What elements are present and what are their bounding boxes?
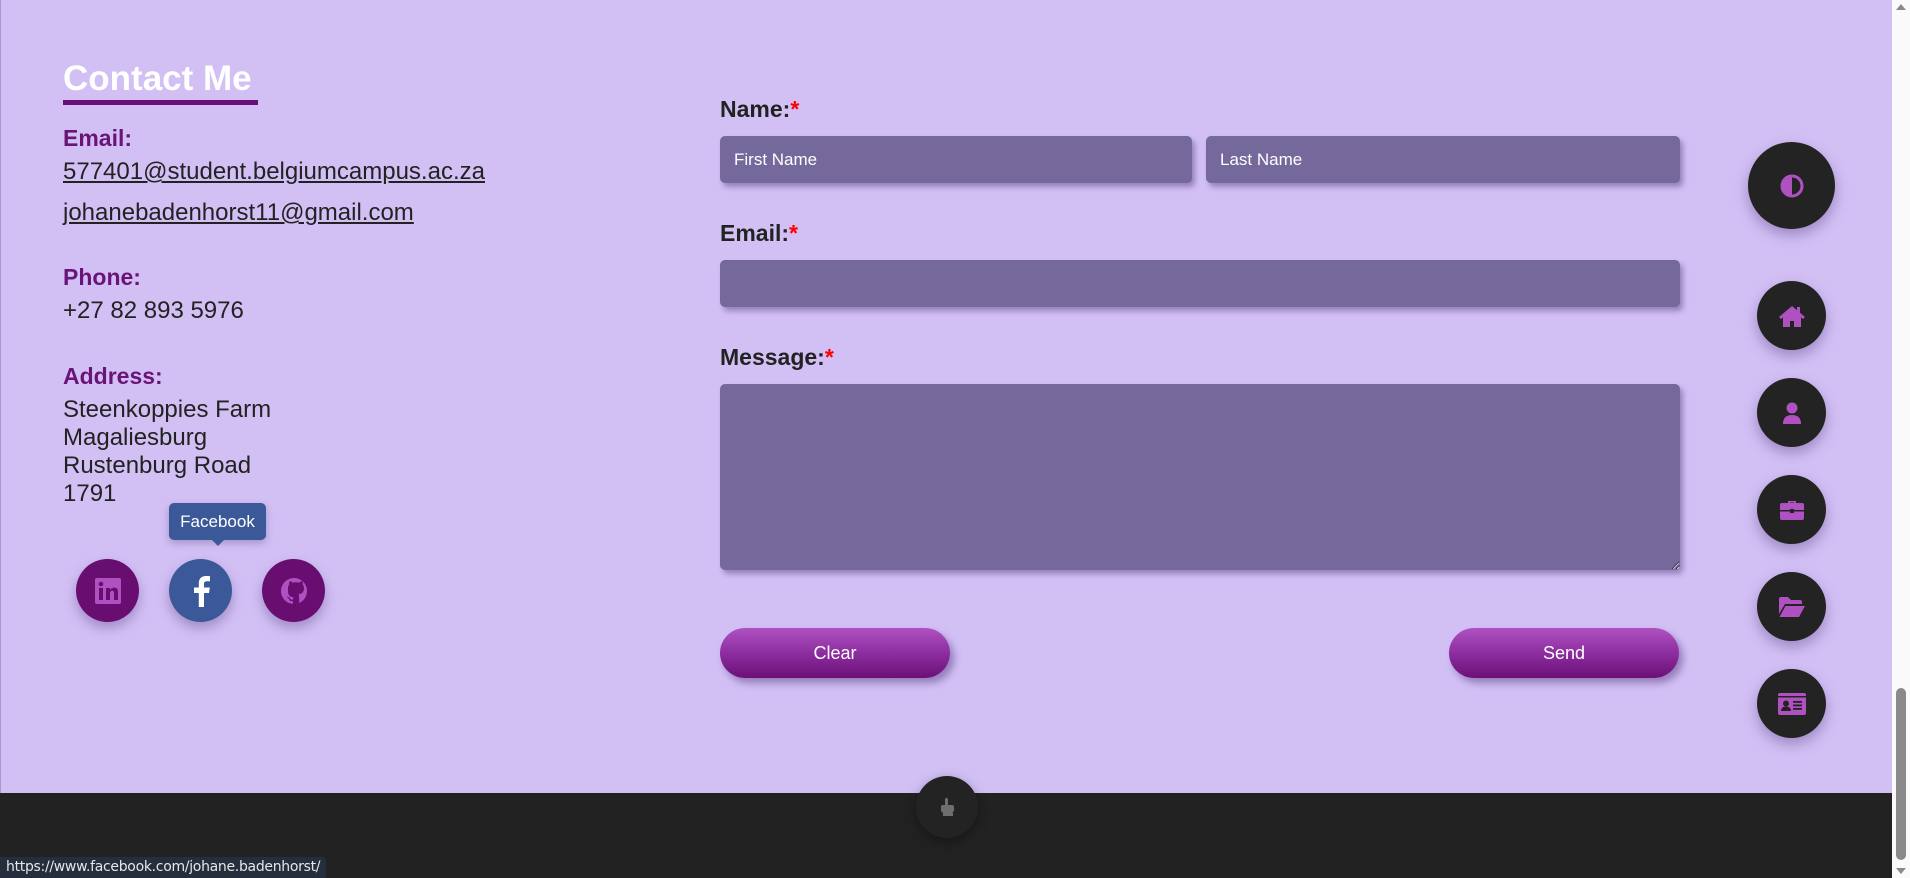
email-link-student-text[interactable]: 577401@student.belgiumcampus.ac.za <box>63 158 485 185</box>
github-button[interactable] <box>262 559 325 622</box>
email-link-student[interactable]: 577401@student.belgiumcampus.ac.za <box>63 158 485 186</box>
first-name-input[interactable] <box>720 136 1192 183</box>
phone-number: +27 82 893 5976 <box>63 297 244 324</box>
address-line: Steenkoppies Farm <box>63 396 272 423</box>
id-card-icon <box>1777 692 1806 715</box>
facebook-tooltip: Facebook <box>169 503 266 546</box>
message-label-text: Message: <box>720 344 825 370</box>
nav-projects-button[interactable] <box>1757 572 1826 641</box>
linkedin-button[interactable] <box>76 559 139 622</box>
status-bar-url: https://www.facebook.com/johane.badenhor… <box>0 857 327 878</box>
message-label: Message:* <box>720 344 834 371</box>
facebook-icon <box>192 575 210 607</box>
contrast-icon <box>1780 174 1804 198</box>
scrollbar-thumb[interactable] <box>1896 688 1906 860</box>
email-input[interactable] <box>720 260 1680 307</box>
last-name-input[interactable] <box>1206 136 1680 183</box>
email-field-label-text: Email: <box>720 220 790 246</box>
address-line: Magaliesburg <box>63 424 208 451</box>
user-icon <box>1780 401 1804 425</box>
address-block: Steenkoppies Farm Magaliesburg Rustenbur… <box>63 396 271 508</box>
nav-about-button[interactable] <box>1757 378 1826 447</box>
email-link-gmail[interactable]: johanebadenhorst11@gmail.com <box>63 199 414 227</box>
scroll-up-arrow-icon[interactable] <box>1896 4 1906 10</box>
linkedin-icon <box>94 577 121 604</box>
contact-title: Contact Me <box>63 59 252 98</box>
required-marker: * <box>790 96 800 122</box>
scroll-down-arrow-icon[interactable] <box>1896 868 1906 874</box>
nav-experience-button[interactable] <box>1757 475 1826 544</box>
nav-contact-button[interactable] <box>1757 669 1826 738</box>
pointing-hand-icon <box>939 797 955 817</box>
home-icon <box>1778 304 1806 328</box>
briefcase-icon <box>1779 499 1805 521</box>
contact-section: Contact Me Email: 577401@student.belgium… <box>0 0 1892 878</box>
address-label: Address: <box>63 363 163 389</box>
scroll-to-top-button[interactable] <box>916 776 978 838</box>
name-label-text: Name: <box>720 96 791 122</box>
phone-label: Phone: <box>63 264 141 290</box>
message-textarea[interactable] <box>720 384 1680 570</box>
email-field-label: Email:* <box>720 220 798 247</box>
theme-toggle-button[interactable] <box>1748 142 1835 229</box>
email-label: Email: <box>63 125 133 151</box>
required-marker: * <box>789 220 798 246</box>
name-label: Name:* <box>720 96 799 123</box>
required-marker: * <box>824 344 834 370</box>
clear-button[interactable]: Clear <box>720 628 950 678</box>
facebook-button[interactable] <box>169 559 232 622</box>
email-link-gmail-text[interactable]: johanebadenhorst11@gmail.com <box>63 199 414 226</box>
vertical-scrollbar[interactable] <box>1892 0 1910 878</box>
title-underline <box>63 100 258 105</box>
folder-open-icon <box>1778 596 1806 618</box>
send-button[interactable]: Send <box>1449 628 1679 678</box>
address-line: Rustenburg Road <box>63 452 252 479</box>
nav-home-button[interactable] <box>1757 281 1826 350</box>
github-icon <box>280 577 308 605</box>
